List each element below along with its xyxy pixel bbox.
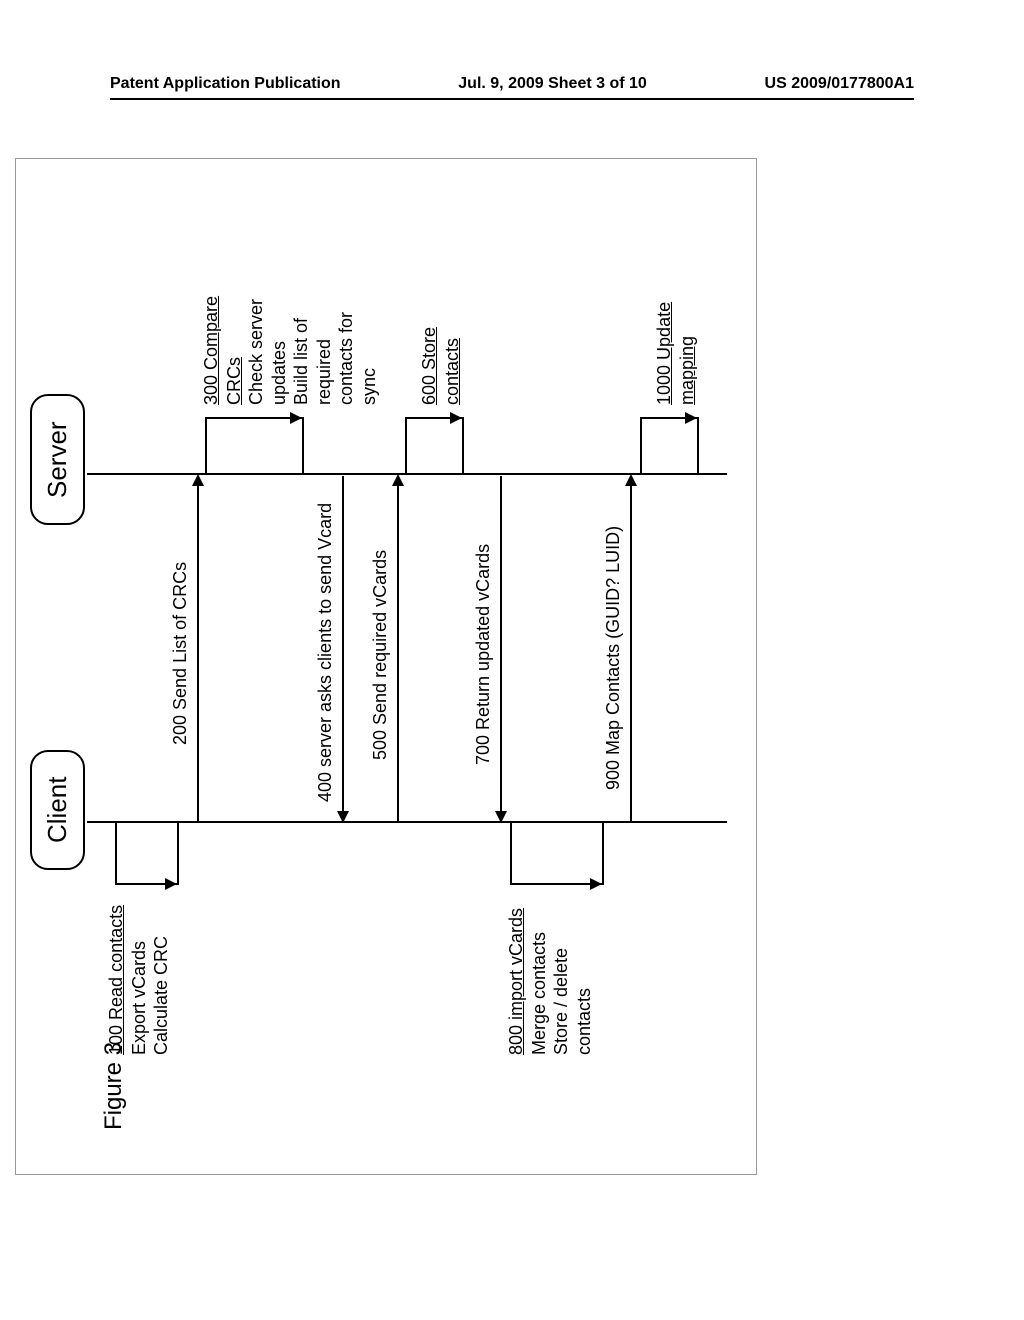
msg-700-label: 700 Return updated vCards bbox=[473, 544, 494, 765]
msg-200-label: 200 Send List of CRCs bbox=[170, 562, 191, 745]
note-800-line3: Store / delete bbox=[550, 908, 573, 1055]
note-100-line3: Calculate CRC bbox=[150, 905, 173, 1055]
msg-900-label: 900 Map Contacts (GUID? LUID) bbox=[603, 526, 624, 790]
loop-1000 bbox=[640, 417, 699, 474]
loop-800 bbox=[510, 821, 604, 885]
loop-300 bbox=[205, 417, 304, 474]
msg-500-label: 500 Send required vCards bbox=[370, 550, 391, 760]
loop-600 bbox=[405, 417, 464, 474]
client-label: Client bbox=[42, 777, 72, 843]
note-300-line3: Build list of required bbox=[290, 285, 335, 405]
msg-700-arrow bbox=[500, 476, 502, 821]
msg-900-arrow bbox=[630, 476, 632, 822]
msg-400-label: 400 server asks clients to send Vcard bbox=[315, 503, 336, 802]
note-300-line1: 300 Compare CRCs bbox=[200, 285, 245, 405]
note-300-line2: Check server updates bbox=[245, 285, 290, 405]
note-800: 800 import vCards Merge contacts Store /… bbox=[505, 908, 595, 1055]
note-100-line2: Export vCards bbox=[128, 905, 151, 1055]
note-800-line4: contacts bbox=[573, 908, 596, 1055]
note-600: 600 Store contacts bbox=[418, 285, 463, 405]
sequence-diagram: Client Server 100 Read contacts Export v… bbox=[5, 285, 1024, 1045]
note-100-line1: 100 Read contacts bbox=[105, 905, 128, 1055]
header-center: Jul. 9, 2009 Sheet 3 of 10 bbox=[458, 75, 647, 93]
header-left: Patent Application Publication bbox=[110, 75, 341, 93]
note-800-line1: 800 import vCards bbox=[505, 908, 528, 1055]
header-right: US 2009/0177800A1 bbox=[765, 75, 914, 93]
loop-1000-arrow bbox=[640, 417, 695, 419]
loop-600-arrow bbox=[405, 417, 460, 419]
note-1000: 1000 Update mapping bbox=[653, 285, 698, 405]
server-participant: Server bbox=[30, 394, 85, 525]
header-rule bbox=[110, 98, 914, 100]
loop-100 bbox=[115, 821, 179, 885]
client-participant: Client bbox=[30, 750, 85, 870]
loop-800-arrow bbox=[510, 883, 600, 885]
note-300-line4: contacts for sync bbox=[335, 285, 380, 405]
msg-400-arrow bbox=[342, 476, 344, 821]
note-100: 100 Read contacts Export vCards Calculat… bbox=[105, 905, 173, 1055]
note-300: 300 Compare CRCs Check server updates Bu… bbox=[200, 285, 380, 405]
msg-200-arrow bbox=[197, 476, 199, 822]
loop-300-arrow bbox=[205, 417, 300, 419]
loop-100-arrow bbox=[115, 883, 175, 885]
msg-500-arrow bbox=[397, 476, 399, 822]
server-label: Server bbox=[42, 421, 72, 498]
note-800-line2: Merge contacts bbox=[528, 908, 551, 1055]
